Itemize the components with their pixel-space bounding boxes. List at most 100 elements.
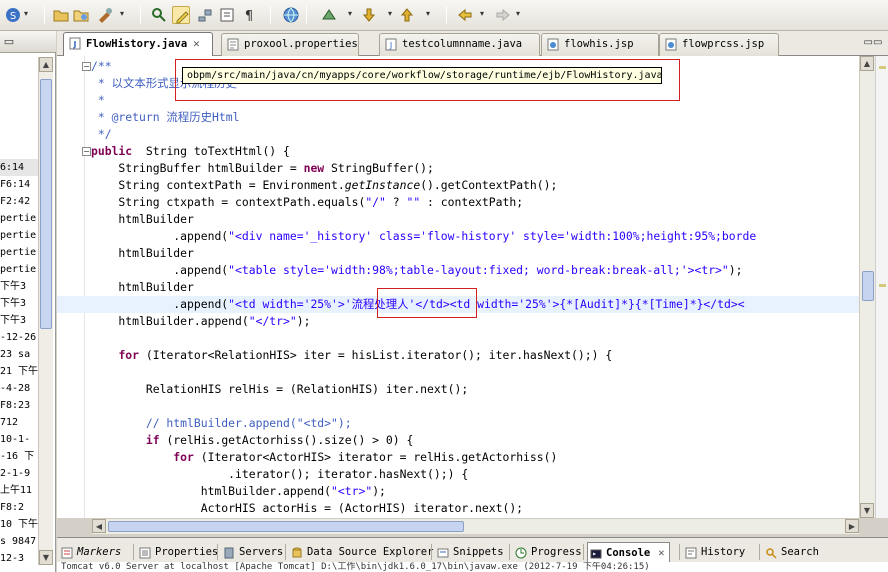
tab-flowhis-jsp[interactable]: flowhis.jsp bbox=[541, 33, 659, 56]
highlight-icon[interactable] bbox=[172, 6, 190, 24]
code-line[interactable]: ActorHIS actorHis = (ActorHIS) iterator.… bbox=[91, 500, 873, 517]
history-list-item[interactable]: pertie bbox=[0, 244, 38, 261]
code-line[interactable]: for (Iterator<ActorHIS> iterator = relHi… bbox=[91, 449, 873, 466]
code-line[interactable]: for (Iterator<RelationHIS> iter = hisLis… bbox=[91, 347, 873, 364]
history-list-item[interactable]: 12-3 bbox=[0, 550, 38, 567]
code-line[interactable]: htmlBuilder.append("</tr>"); bbox=[91, 313, 873, 330]
code-line[interactable]: public String toTextHtml() { bbox=[91, 143, 873, 160]
editor-scroll-thumb[interactable] bbox=[862, 271, 874, 301]
next-annotation-icon[interactable] bbox=[360, 6, 378, 24]
scroll-up-icon[interactable]: ▲ bbox=[860, 56, 874, 71]
scroll-left-icon[interactable]: ◀ bbox=[92, 519, 106, 533]
scroll-down-icon[interactable]: ▼ bbox=[39, 550, 53, 565]
dropdown-arrow-icon[interactable]: ▾ bbox=[386, 8, 394, 20]
dropdown-arrow-icon[interactable]: ▾ bbox=[22, 8, 30, 20]
forward-icon[interactable] bbox=[494, 6, 512, 24]
tab-flowhistory-java[interactable]: J FlowHistory.java ✕ bbox=[63, 32, 213, 56]
fold-collapse-icon[interactable]: − bbox=[82, 147, 91, 156]
history-list-item[interactable]: F6:14 bbox=[0, 176, 38, 193]
history-list-item[interactable]: pertie bbox=[0, 261, 38, 278]
code-line[interactable]: .append("<table style='width:98%;table-l… bbox=[91, 262, 873, 279]
dropdown-arrow-icon[interactable]: ▾ bbox=[346, 8, 354, 20]
history-scroll-thumb[interactable] bbox=[40, 79, 52, 329]
dropdown-arrow-icon[interactable]: ▾ bbox=[118, 8, 126, 20]
history-list-item[interactable]: 下午3 bbox=[0, 278, 38, 295]
debug-icon[interactable] bbox=[320, 6, 338, 24]
history-list-item[interactable]: pertie bbox=[0, 227, 38, 244]
overview-mark[interactable] bbox=[879, 66, 886, 69]
toggle-mark-occurrences-icon[interactable] bbox=[150, 6, 168, 24]
overview-mark[interactable] bbox=[879, 284, 886, 287]
code-line[interactable] bbox=[91, 398, 873, 415]
code-line[interactable]: StringBuffer htmlBuilder = new StringBuf… bbox=[91, 160, 873, 177]
panel-tab-console[interactable]: Console ✕ bbox=[587, 542, 670, 562]
globe-icon[interactable] bbox=[282, 6, 300, 24]
tab-proxool-properties[interactable]: proxool.properties bbox=[221, 33, 359, 56]
block-selection-icon[interactable] bbox=[218, 6, 236, 24]
save-icon[interactable]: S bbox=[4, 6, 22, 24]
history-list-item[interactable]: -12-26 bbox=[0, 329, 38, 346]
code-line[interactable]: String ctxpath = contextPath.equals("/" … bbox=[91, 194, 873, 211]
history-list-item[interactable]: 10 下午 bbox=[0, 516, 38, 533]
code-line[interactable]: * @return 流程历史Html bbox=[91, 109, 873, 126]
code-line[interactable] bbox=[91, 330, 873, 347]
history-list-item[interactable]: F8:2 bbox=[0, 499, 38, 516]
scroll-right-icon[interactable]: ▶ bbox=[845, 519, 859, 533]
code-line[interactable]: htmlBuilder bbox=[91, 245, 873, 262]
build-icon[interactable] bbox=[96, 6, 114, 24]
editor-hscroll-thumb[interactable] bbox=[108, 521, 464, 532]
scroll-up-icon[interactable]: ▲ bbox=[39, 57, 53, 72]
panel-tab-history[interactable]: History bbox=[683, 542, 745, 562]
history-scrollbar[interactable]: ▲ ▼ bbox=[38, 57, 53, 565]
editor-horizontal-scrollbar[interactable]: ◀ ▶ bbox=[92, 518, 859, 534]
scroll-down-icon[interactable]: ▼ bbox=[860, 503, 874, 518]
history-list-item[interactable]: 2-1-9 bbox=[0, 465, 38, 482]
panel-tab-markers[interactable]: Markers bbox=[59, 542, 121, 562]
code-line[interactable]: String contextPath = Environment.getInst… bbox=[91, 177, 873, 194]
panel-tab-servers[interactable]: Servers bbox=[221, 542, 283, 562]
history-list-item[interactable]: pertie bbox=[0, 210, 38, 227]
code-line[interactable]: .iterator(); iterator.hasNext();) { bbox=[91, 466, 873, 483]
open-type-icon[interactable] bbox=[72, 6, 90, 24]
code-line[interactable]: // htmlBuilder.append("<td>"); bbox=[91, 415, 873, 432]
code-line[interactable]: htmlBuilder.append("<tr>"); bbox=[91, 483, 873, 500]
code-line[interactable]: RelationHIS relHis = (RelationHIS) iter.… bbox=[91, 381, 873, 398]
code-line[interactable]: htmlBuilder bbox=[91, 279, 873, 296]
tab-testcolumnname-java[interactable]: Jtestcolumnname.java bbox=[379, 33, 540, 56]
tab-flowprcss-jsp[interactable]: flowprcss.jsp bbox=[659, 33, 779, 56]
folder-open-icon[interactable] bbox=[52, 6, 70, 24]
dropdown-arrow-icon[interactable]: ▾ bbox=[424, 8, 432, 20]
history-list-item[interactable]: 23 sa bbox=[0, 346, 38, 363]
prev-annotation-icon[interactable] bbox=[398, 6, 416, 24]
history-list-item[interactable]: 712 bbox=[0, 414, 38, 431]
code-line[interactable]: .append("<div name='_history' class='flo… bbox=[91, 228, 873, 245]
code-area[interactable]: /** * 以文本形式显示流程历史 * * @return 流程历史Html *… bbox=[57, 58, 873, 517]
panel-tab-search[interactable]: Search bbox=[763, 542, 819, 562]
history-list-item[interactable]: 上午11 bbox=[0, 482, 38, 499]
fold-collapse-icon[interactable]: − bbox=[82, 62, 91, 71]
show-whitespace-icon[interactable]: ¶ bbox=[240, 6, 258, 24]
history-list-item[interactable]: s 9847 bbox=[0, 533, 38, 550]
history-list-item[interactable]: 21 下午 bbox=[0, 363, 38, 380]
history-list-item[interactable]: F2:42 bbox=[0, 193, 38, 210]
history-list-item[interactable]: 下午3 bbox=[0, 312, 38, 329]
code-line[interactable] bbox=[91, 364, 873, 381]
history-list-item[interactable]: F8:23 bbox=[0, 397, 38, 414]
history-list-item[interactable]: -4-28 bbox=[0, 380, 38, 397]
close-icon[interactable]: ✕ bbox=[658, 547, 664, 559]
panel-tab-snippets[interactable]: Snippets bbox=[435, 542, 504, 562]
minimize-icon[interactable]: ▭ bbox=[0, 34, 18, 50]
code-line[interactable]: htmlBuilder bbox=[91, 211, 873, 228]
code-line[interactable]: if (relHis.getActorhiss().size() > 0) { bbox=[91, 432, 873, 449]
history-list-item[interactable]: 10-1- bbox=[0, 431, 38, 448]
back-icon[interactable] bbox=[456, 6, 474, 24]
dropdown-arrow-icon[interactable]: ▾ bbox=[478, 8, 486, 20]
overview-ruler[interactable] bbox=[875, 56, 888, 518]
history-list-item[interactable]: 6:14 bbox=[0, 159, 38, 176]
history-list-item[interactable]: 下午3 bbox=[0, 295, 38, 312]
link-icon[interactable] bbox=[196, 6, 214, 24]
code-line[interactable]: */ bbox=[91, 126, 873, 143]
panel-tab-properties[interactable]: Properties bbox=[137, 542, 218, 562]
panel-tab-data-source-explorer[interactable]: Data Source Explorer bbox=[289, 542, 433, 562]
code-editor[interactable]: − − /** * 以文本形式显示流程历史 * * @return 流程历史Htm… bbox=[57, 56, 873, 518]
